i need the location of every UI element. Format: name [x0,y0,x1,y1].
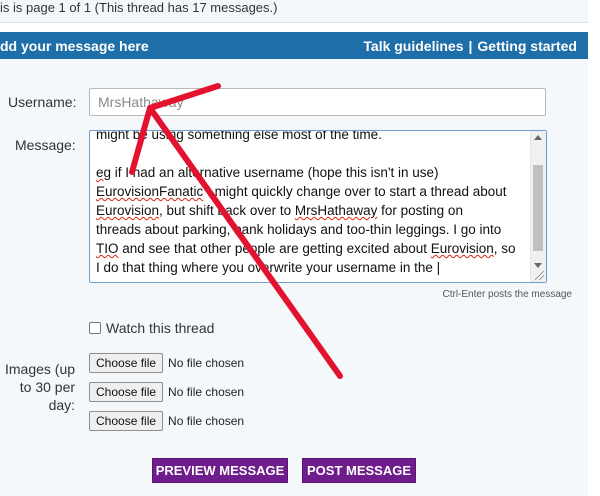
file-input-2: Choose file No file chosen [89,382,244,402]
scroll-thumb[interactable] [533,165,543,251]
message-text: might be using something else most of th… [96,130,528,277]
scroll-down-arrow-icon[interactable] [534,263,542,268]
file-input-1: Choose file No file chosen [89,353,244,373]
message-line [96,144,528,163]
file-status: No file chosen [168,356,245,370]
message-textarea[interactable]: might be using something else most of th… [89,130,547,283]
spell-error: Eurovision [430,241,494,256]
message-line: TIO and see that other people are gettin… [96,241,516,256]
preview-message-button[interactable]: PREVIEW MESSAGE [152,458,288,483]
images-label-line: to 30 per [19,379,76,395]
message-line: EurovisionFanatic I might quickly change… [96,184,507,199]
header-link-separator: | [468,38,473,54]
spell-error: MrsHathaway [294,203,378,218]
username-label: Username: [8,94,77,110]
page-info-text: is is page 1 of 1 (This thread has 17 me… [0,0,278,15]
message-line: threads about parking, bank holidays and… [96,222,502,237]
page-info-strip: is is page 1 of 1 (This thread has 17 me… [0,0,588,23]
spell-error: Eurovision [96,203,160,218]
file-input-3: Choose file No file chosen [89,411,244,431]
scroll-up-arrow-icon[interactable] [534,135,542,140]
choose-file-button[interactable]: Choose file [89,411,164,431]
message-line: eg if I had an alternative username (hop… [96,165,439,180]
spell-error: EurovisionFanatic [96,184,204,199]
watch-thread-checkbox[interactable] [89,322,101,334]
images-label: Images (up to 30 per day: [5,360,75,414]
images-label-line: Images (up [5,361,76,377]
spell-error: TIO [96,241,119,256]
spell-error: eg [96,165,112,180]
watch-thread-option[interactable]: Watch this thread [89,320,214,336]
message-line: I do that thing where you overwrite your… [96,260,441,275]
message-line: Eurovision, but shift back over to MrsHa… [96,203,463,218]
getting-started-link[interactable]: Getting started [477,38,577,54]
talk-guidelines-link[interactable]: Talk guidelines [363,38,463,54]
message-label: Message: [15,137,76,153]
message-line: might be using something else most of th… [96,130,382,142]
post-message-button[interactable]: POST MESSAGE [302,458,416,483]
message-form-header: dd your message here Talk guidelines | Get… [0,32,588,59]
resize-grip-icon[interactable] [535,271,544,280]
header-links: Talk guidelines | Getting started [363,38,577,54]
images-label-line: day: [48,397,76,413]
file-status: No file chosen [168,385,245,399]
choose-file-button[interactable]: Choose file [89,382,164,402]
header-title: dd your message here [0,38,149,54]
ctrl-enter-hint: Ctrl-Enter posts the message [442,289,573,300]
file-status: No file chosen [168,414,245,428]
choose-file-button[interactable]: Choose file [89,353,164,373]
message-scrollbar[interactable] [530,131,546,282]
username-field[interactable] [89,88,546,116]
watch-thread-label: Watch this thread [106,320,215,336]
